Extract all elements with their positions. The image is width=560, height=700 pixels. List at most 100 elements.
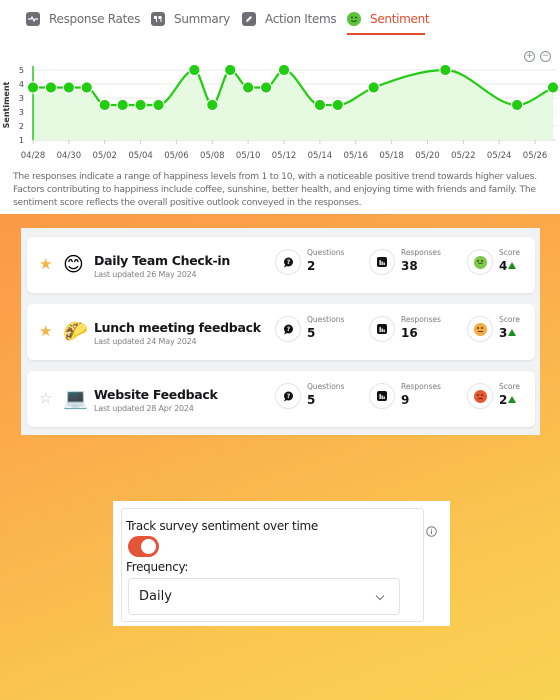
x-tick-label: 05/18 (379, 151, 404, 161)
sentiment-chart: 5 4 3 3 2 1 Sentiment 04/28 04/30 05/02 05/04 05/06… (2, 63, 560, 161)
questions-label: Questions (307, 248, 345, 257)
tab-label: Action Items (265, 12, 337, 26)
last-updated: Last updated 24 May 2024 (94, 337, 197, 346)
data-point (546, 81, 560, 94)
x-tick-label: 05/10 (236, 151, 261, 161)
data-point (224, 63, 237, 77)
tab-response-rates[interactable]: Response Rates (26, 7, 140, 31)
laptop-icon: 💻 (63, 386, 88, 410)
score-number: 3 (499, 326, 508, 340)
tab-label: Response Rates (49, 12, 141, 26)
survey-title[interactable]: Daily Team Check-in (94, 253, 230, 268)
data-point (26, 81, 40, 94)
x-tick-label: 05/26 (523, 151, 548, 161)
survey-title[interactable]: Lunch meeting feedback (94, 320, 261, 335)
survey-card[interactable]: ★ 🌮 Lunch meeting feedback Last updated … (27, 304, 535, 360)
star-filled-icon[interactable]: ★ (39, 323, 52, 339)
tab-action-items[interactable]: Action Items (242, 7, 337, 31)
survey-title[interactable]: Website Feedback (94, 387, 218, 402)
frequency-label: Frequency: (126, 560, 189, 574)
x-tick-label: 05/16 (343, 151, 368, 161)
survey-card[interactable]: ★ 😊 Daily Team Check-in Last updated 26 … (27, 237, 535, 293)
responses-label: Responses (401, 315, 441, 324)
sentiment-settings-panel: Track survey sentiment over time Frequen… (113, 501, 450, 626)
x-tick-label: 05/14 (308, 151, 333, 161)
responses-label: Responses (401, 248, 441, 257)
survey-card[interactable]: ☆ 💻 Website Feedback Last updated 28 Apr… (27, 371, 535, 427)
x-tick-label: 05/08 (200, 151, 225, 161)
questions-count: 5 (307, 326, 316, 340)
svg-text:?: ? (286, 393, 290, 400)
questions-count: 2 (307, 259, 316, 273)
responses-count: 9 (401, 393, 410, 407)
trend-up-icon (508, 396, 517, 403)
responses-label: Responses (401, 382, 441, 391)
x-tick-label: 04/30 (57, 151, 82, 161)
tab-label: Summary (174, 12, 230, 26)
star-filled-icon[interactable]: ★ (39, 256, 52, 272)
sentiment-panel: Response Rates Summary Action Items Sent… (0, 0, 560, 214)
data-point (80, 81, 93, 94)
responses-count: 38 (401, 259, 418, 273)
tab-bar: Response Rates Summary Action Items Sent… (0, 0, 560, 36)
last-updated: Last updated 26 May 2024 (94, 270, 197, 279)
questions-label: Questions (307, 382, 345, 391)
trend-up-icon (508, 329, 517, 336)
y-tick-label: 5 (19, 66, 24, 75)
data-point (439, 63, 452, 77)
data-point (367, 81, 380, 94)
bar-chart-icon (369, 316, 395, 342)
questions-label: Questions (307, 315, 345, 324)
data-point (259, 81, 273, 94)
tab-summary[interactable]: Summary (151, 7, 230, 31)
frequency-value: Daily (139, 589, 172, 604)
data-point (313, 98, 326, 112)
score-number: 2 (499, 393, 508, 407)
sad-face-icon (467, 383, 493, 409)
score-value: 4 (499, 259, 517, 273)
svg-text:?: ? (286, 259, 290, 266)
x-tick-label: 05/12 (272, 151, 297, 161)
data-point (188, 63, 201, 77)
sentiment-summary: The responses indicate a range of happin… (13, 171, 537, 208)
quote-icon (151, 12, 165, 26)
y-tick-label: 1 (19, 136, 24, 145)
data-point (277, 63, 291, 77)
tab-sentiment[interactable]: Sentiment (347, 7, 430, 31)
trend-up-icon (508, 262, 517, 269)
question-bubble-icon: ? (275, 249, 301, 275)
data-point (98, 98, 111, 112)
neutral-face-icon (467, 316, 493, 342)
data-point (44, 81, 58, 94)
question-bubble-icon: ? (275, 383, 301, 409)
y-axis-title: Sentiment (2, 81, 11, 128)
data-point (134, 98, 147, 112)
bar-chart-icon (369, 383, 395, 409)
data-point (62, 81, 75, 94)
x-tick-label: 05/02 (92, 151, 117, 161)
survey-list: ★ 😊 Daily Team Check-in Last updated 26 … (21, 228, 540, 435)
data-point (242, 81, 255, 94)
responses-count: 16 (401, 326, 418, 340)
taco-icon: 🌮 (63, 319, 88, 343)
score-value: 3 (499, 326, 517, 340)
chevron-down-icon (375, 591, 385, 601)
x-tick-label: 05/22 (451, 151, 476, 161)
x-tick-label: 05/06 (164, 151, 189, 161)
questions-count: 5 (307, 393, 316, 407)
track-sentiment-label: Track survey sentiment over time (126, 519, 318, 533)
active-tab-indicator (347, 33, 425, 35)
frequency-select[interactable]: Daily (128, 578, 400, 615)
svg-text:?: ? (286, 326, 290, 333)
y-tick-label: 4 (19, 80, 24, 89)
smiling-face-icon: 😊 (63, 252, 84, 276)
last-updated: Last updated 28 Apr 2024 (94, 404, 194, 413)
happy-face-icon (467, 249, 493, 275)
info-icon[interactable] (426, 522, 437, 541)
score-number: 4 (499, 259, 508, 273)
star-outline-icon[interactable]: ☆ (39, 390, 52, 406)
data-point (206, 98, 219, 112)
sentiment-settings: Track survey sentiment over time Frequen… (121, 508, 437, 622)
score-label: Score (499, 315, 521, 324)
track-sentiment-toggle[interactable] (128, 536, 159, 557)
